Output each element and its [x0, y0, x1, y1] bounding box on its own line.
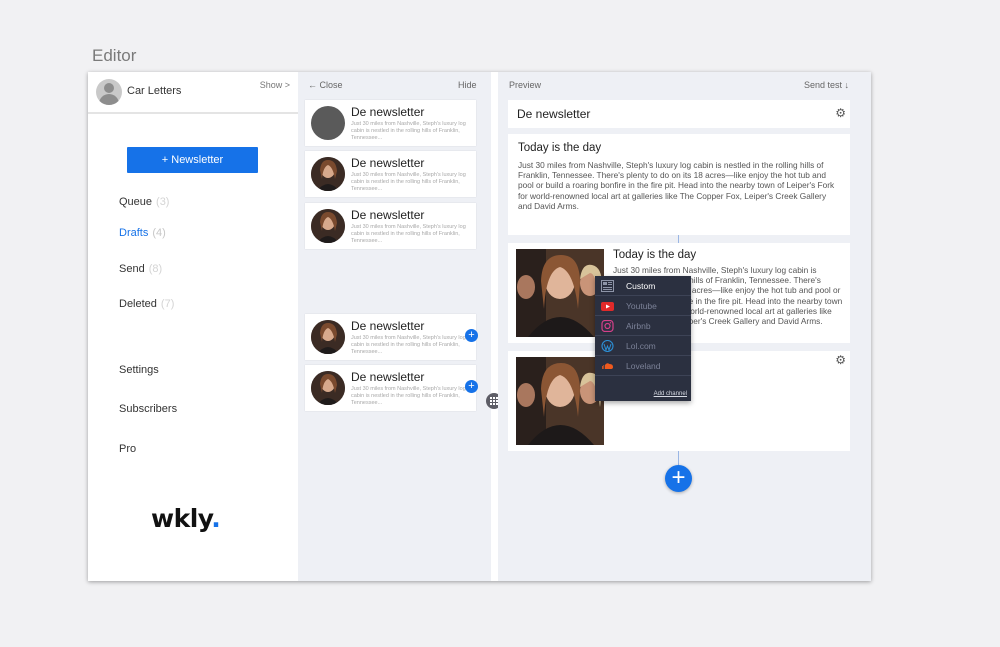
list-item-title: De newsletter — [351, 208, 425, 222]
add-to-preview-button[interactable]: + — [465, 329, 478, 342]
block-connector — [678, 451, 679, 465]
gear-icon[interactable]: ⚙ — [835, 353, 846, 367]
custom-icon — [601, 280, 614, 292]
list-item-snippet: Just 30 miles from Nashville, Steph's lu… — [351, 335, 466, 355]
list-item-title: De newsletter — [351, 319, 425, 333]
block-photo — [516, 249, 604, 337]
block-connector — [678, 235, 679, 243]
block-photo — [516, 357, 604, 445]
menu-item-loveland[interactable]: Loveland — [595, 356, 691, 376]
list-item-snippet: Just 30 miles from Nashville, Steph's lu… — [351, 121, 466, 141]
text-block[interactable]: Today is the day Just 30 miles from Nash… — [508, 134, 850, 235]
sidebar-item-drafts[interactable]: Drafts (4) — [119, 227, 166, 239]
list-item[interactable]: De newsletter Just 30 miles from Nashvil… — [305, 203, 476, 249]
gear-icon[interactable]: ⚙ — [835, 106, 846, 120]
preview-label: Preview — [509, 80, 542, 90]
menu-item-lol[interactable]: Lol.com — [595, 336, 691, 356]
list-item[interactable]: De newsletter Just 30 miles from Nashvil… — [305, 314, 478, 360]
new-newsletter-button[interactable]: + Newsletter — [127, 147, 258, 173]
account-header[interactable]: Car Letters Show > — [88, 72, 298, 114]
list-item-title: De newsletter — [351, 156, 425, 170]
list-item-snippet: Just 30 miles from Nashville, Steph's lu… — [351, 224, 466, 244]
thumbnail — [311, 209, 345, 243]
account-name: Car Letters — [127, 85, 182, 97]
list-item[interactable]: De newsletter Just 30 miles from Nashvil… — [305, 100, 476, 146]
menu-item-airbnb[interactable]: Airbnb — [595, 316, 691, 336]
add-to-preview-button[interactable]: + — [465, 380, 478, 393]
list-item-title: De newsletter — [351, 370, 425, 384]
thumbnail — [311, 371, 345, 405]
menu-item-youtube[interactable]: Youtube — [595, 296, 691, 316]
page-title: Editor — [92, 46, 137, 65]
list-item[interactable]: De newsletter Just 30 miles from Nashvil… — [305, 151, 476, 197]
editor-window: Car Letters Show > + Newsletter Queue (3)… — [88, 72, 871, 581]
block-heading: Today is the day — [518, 142, 602, 154]
menu-item-custom[interactable]: Custom — [595, 276, 691, 296]
list-item-snippet: Just 30 miles from Nashville, Steph's lu… — [351, 386, 466, 406]
newsletter-name-bar[interactable]: De newsletter ⚙ — [508, 100, 850, 128]
youtube-icon — [601, 302, 614, 311]
thumbnail — [311, 157, 345, 191]
list-item-snippet: Just 30 miles from Nashville, Steph's lu… — [351, 172, 466, 192]
show-link[interactable]: Show > — [260, 80, 290, 90]
channel-menu: Custom Youtube Airbnb Lol.com Loveland A… — [595, 276, 691, 401]
sidebar-item-deleted[interactable]: Deleted (7) — [119, 298, 174, 310]
thumbnail — [311, 320, 345, 354]
sidebar-item-subscribers[interactable]: Subscribers — [119, 403, 177, 415]
sidebar-item-pro[interactable]: Pro — [119, 443, 136, 455]
list-item-title: De newsletter — [351, 105, 425, 119]
wkly-logo: wkly. — [151, 504, 221, 533]
list-item[interactable]: De newsletter Just 30 miles from Nashvil… — [305, 365, 478, 411]
newsletter-list-panel: ← Close Hide De newsletter Just 30 miles… — [298, 72, 502, 581]
newsletter-name: De newsletter — [517, 107, 591, 121]
thumbnail — [311, 106, 345, 140]
block-body: Just 30 miles from Nashville, Steph's lu… — [518, 160, 835, 211]
close-link[interactable]: ← Close — [308, 80, 343, 90]
add-channel-link[interactable]: Add channel — [654, 391, 687, 397]
instagram-icon — [601, 320, 614, 332]
sidebar-item-send[interactable]: Send (8) — [119, 263, 162, 275]
avatar[interactable] — [96, 79, 122, 105]
block-heading: Today is the day — [613, 249, 697, 261]
wordpress-icon — [601, 340, 614, 352]
sidebar: Car Letters Show > + Newsletter Queue (3)… — [88, 72, 298, 581]
hide-link[interactable]: Hide — [458, 80, 477, 90]
sidebar-item-settings[interactable]: Settings — [119, 364, 159, 376]
soundcloud-icon — [602, 363, 613, 369]
sidebar-item-queue[interactable]: Queue (3) — [119, 196, 169, 208]
send-test-button[interactable]: Send test ↓ — [804, 80, 849, 90]
add-block-button[interactable]: + — [665, 465, 692, 492]
